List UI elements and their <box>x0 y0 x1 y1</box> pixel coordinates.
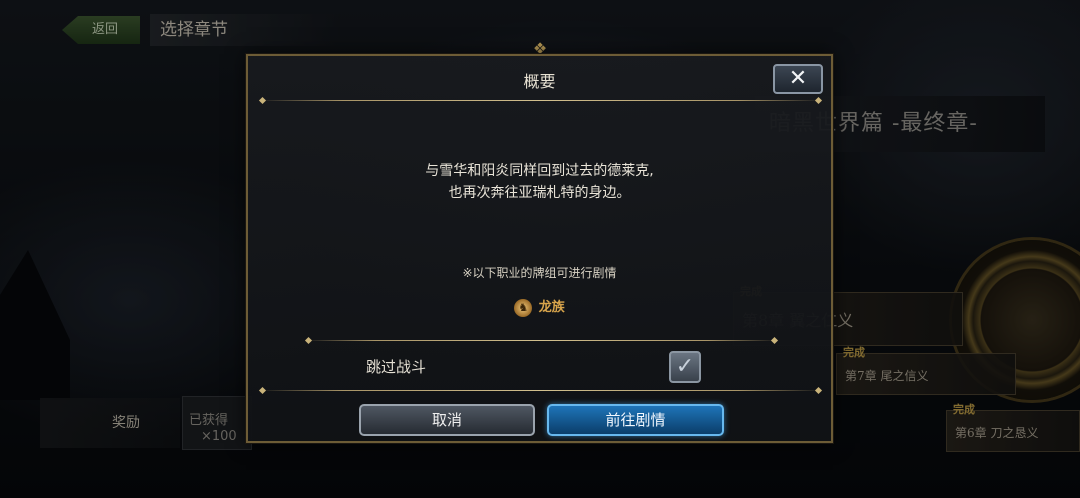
go-to-story-button[interactable]: 前往剧情 <box>547 404 724 436</box>
required-class: ♞ 龙族 <box>248 296 831 317</box>
divider-bottom <box>258 390 823 391</box>
class-requirement-note: ※以下职业的牌组可进行剧情 <box>462 266 617 280</box>
skip-battle-label: 跳过战斗 <box>366 358 427 376</box>
description-line: 与雪华和阳炎同样回到过去的德莱克, <box>425 163 654 179</box>
skip-battle-checkbox[interactable]: ✓ <box>669 351 701 383</box>
divider-top <box>258 100 823 101</box>
close-button[interactable]: ✕ <box>773 64 823 94</box>
dialog-title: 概要 <box>523 72 556 91</box>
description-line: 也再次奔往亚瑞札特的身边。 <box>448 185 631 201</box>
class-name: 龙族 <box>538 300 565 315</box>
dragon-class-icon: ♞ <box>514 298 533 317</box>
summary-dialog: 概要 ✕ 与雪华和阳炎同样回到过去的德莱克, 也再次奔往亚瑞札特的身边。 ※以下… <box>246 54 833 443</box>
divider-middle <box>304 340 779 341</box>
summary-description: 与雪华和阳炎同样回到过去的德莱克, 也再次奔往亚瑞札特的身边。 <box>248 160 831 204</box>
cancel-button[interactable]: 取消 <box>359 404 535 436</box>
